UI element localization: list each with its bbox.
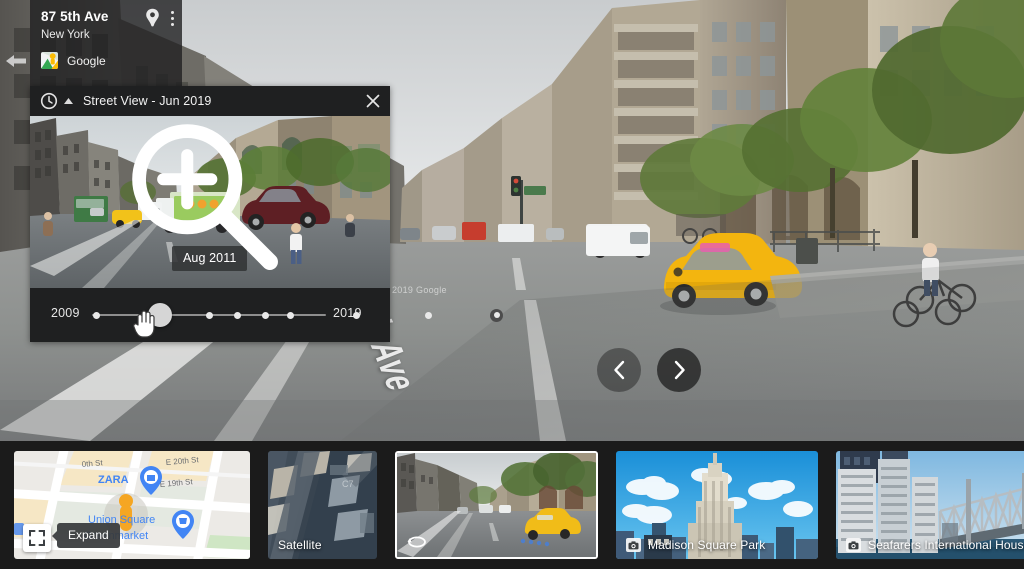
history-timeline: 2009 2019 bbox=[30, 288, 390, 342]
seafarers-international-house-thumbnail[interactable]: Seafarers International House bbox=[836, 451, 1024, 559]
place-card-actions bbox=[145, 8, 176, 29]
madison-square-park-thumbnail[interactable]: Madison Square Park bbox=[616, 451, 818, 559]
brand-row: Google bbox=[41, 52, 172, 69]
timeline-stop[interactable] bbox=[353, 312, 360, 319]
kebab-menu-icon[interactable] bbox=[169, 8, 176, 29]
svg-text:0th St: 0th St bbox=[81, 458, 103, 469]
timeline-stop[interactable] bbox=[206, 312, 213, 319]
street-view-thumbnail[interactable] bbox=[395, 451, 598, 559]
history-clock-icon[interactable] bbox=[40, 92, 58, 110]
timeline-stop[interactable] bbox=[287, 312, 294, 319]
back-button[interactable] bbox=[3, 50, 29, 72]
satellite-thumbnail[interactable]: C7 Satellite bbox=[268, 451, 377, 559]
bottom-thumbnail-strip: 0th St E 20th St E 19th St bbox=[0, 441, 1024, 569]
timeline-track[interactable] bbox=[92, 314, 326, 316]
timeline-slider-thumb[interactable] bbox=[148, 303, 172, 327]
timeline-stop-current[interactable] bbox=[490, 309, 503, 322]
seafarers-international-house-image bbox=[836, 451, 1024, 559]
street-view-history-panel: Street View - Jun 2019 bbox=[30, 86, 390, 342]
street-view-app: 2019 Google 5th Ave 87 5th Ave New Yo bbox=[0, 0, 1024, 569]
svg-text:ZARA: ZARA bbox=[98, 474, 129, 486]
place-subtitle: New York bbox=[41, 27, 172, 44]
svg-text:C7: C7 bbox=[342, 479, 354, 489]
satellite-thumbnail-image: C7 bbox=[268, 451, 377, 559]
caret-up-icon[interactable] bbox=[64, 98, 73, 104]
magnifier-zoom-in-icon[interactable] bbox=[30, 116, 381, 279]
back-arrow-icon bbox=[3, 50, 29, 72]
madison-square-park-image bbox=[616, 451, 818, 559]
chevron-right-icon bbox=[672, 360, 687, 380]
pano-navigation-controls bbox=[597, 348, 701, 392]
timeline-stop[interactable] bbox=[425, 312, 432, 319]
timeline-stop[interactable] bbox=[93, 312, 100, 319]
history-panel-header: Street View - Jun 2019 bbox=[30, 86, 390, 116]
map-thumbnail[interactable]: 0th St E 20th St E 19th St bbox=[14, 451, 250, 559]
place-info-card: 87 5th Ave New York Google bbox=[30, 0, 182, 86]
nav-next-button[interactable] bbox=[657, 348, 701, 392]
history-panel-title: Street View - Jun 2019 bbox=[83, 94, 211, 108]
street-view-badge-icon bbox=[41, 52, 58, 69]
brand-label: Google bbox=[67, 54, 106, 68]
expand-map-button[interactable] bbox=[23, 524, 51, 552]
chevron-left-icon bbox=[612, 360, 627, 380]
location-pin-icon[interactable] bbox=[145, 8, 160, 28]
timeline-stop[interactable] bbox=[234, 312, 241, 319]
timeline-stop[interactable] bbox=[262, 312, 269, 319]
svg-text:Union Square: Union Square bbox=[88, 514, 155, 526]
nav-prev-button[interactable] bbox=[597, 348, 641, 392]
rotate-360-icon bbox=[406, 533, 428, 549]
history-preview-image[interactable]: Aug 2011 bbox=[30, 116, 390, 288]
svg-text:Greenmarket: Greenmarket bbox=[84, 530, 148, 542]
close-x-icon[interactable] bbox=[364, 92, 382, 110]
expand-fullscreen-icon bbox=[29, 530, 45, 546]
timeline-start-year: 2009 bbox=[51, 306, 80, 320]
